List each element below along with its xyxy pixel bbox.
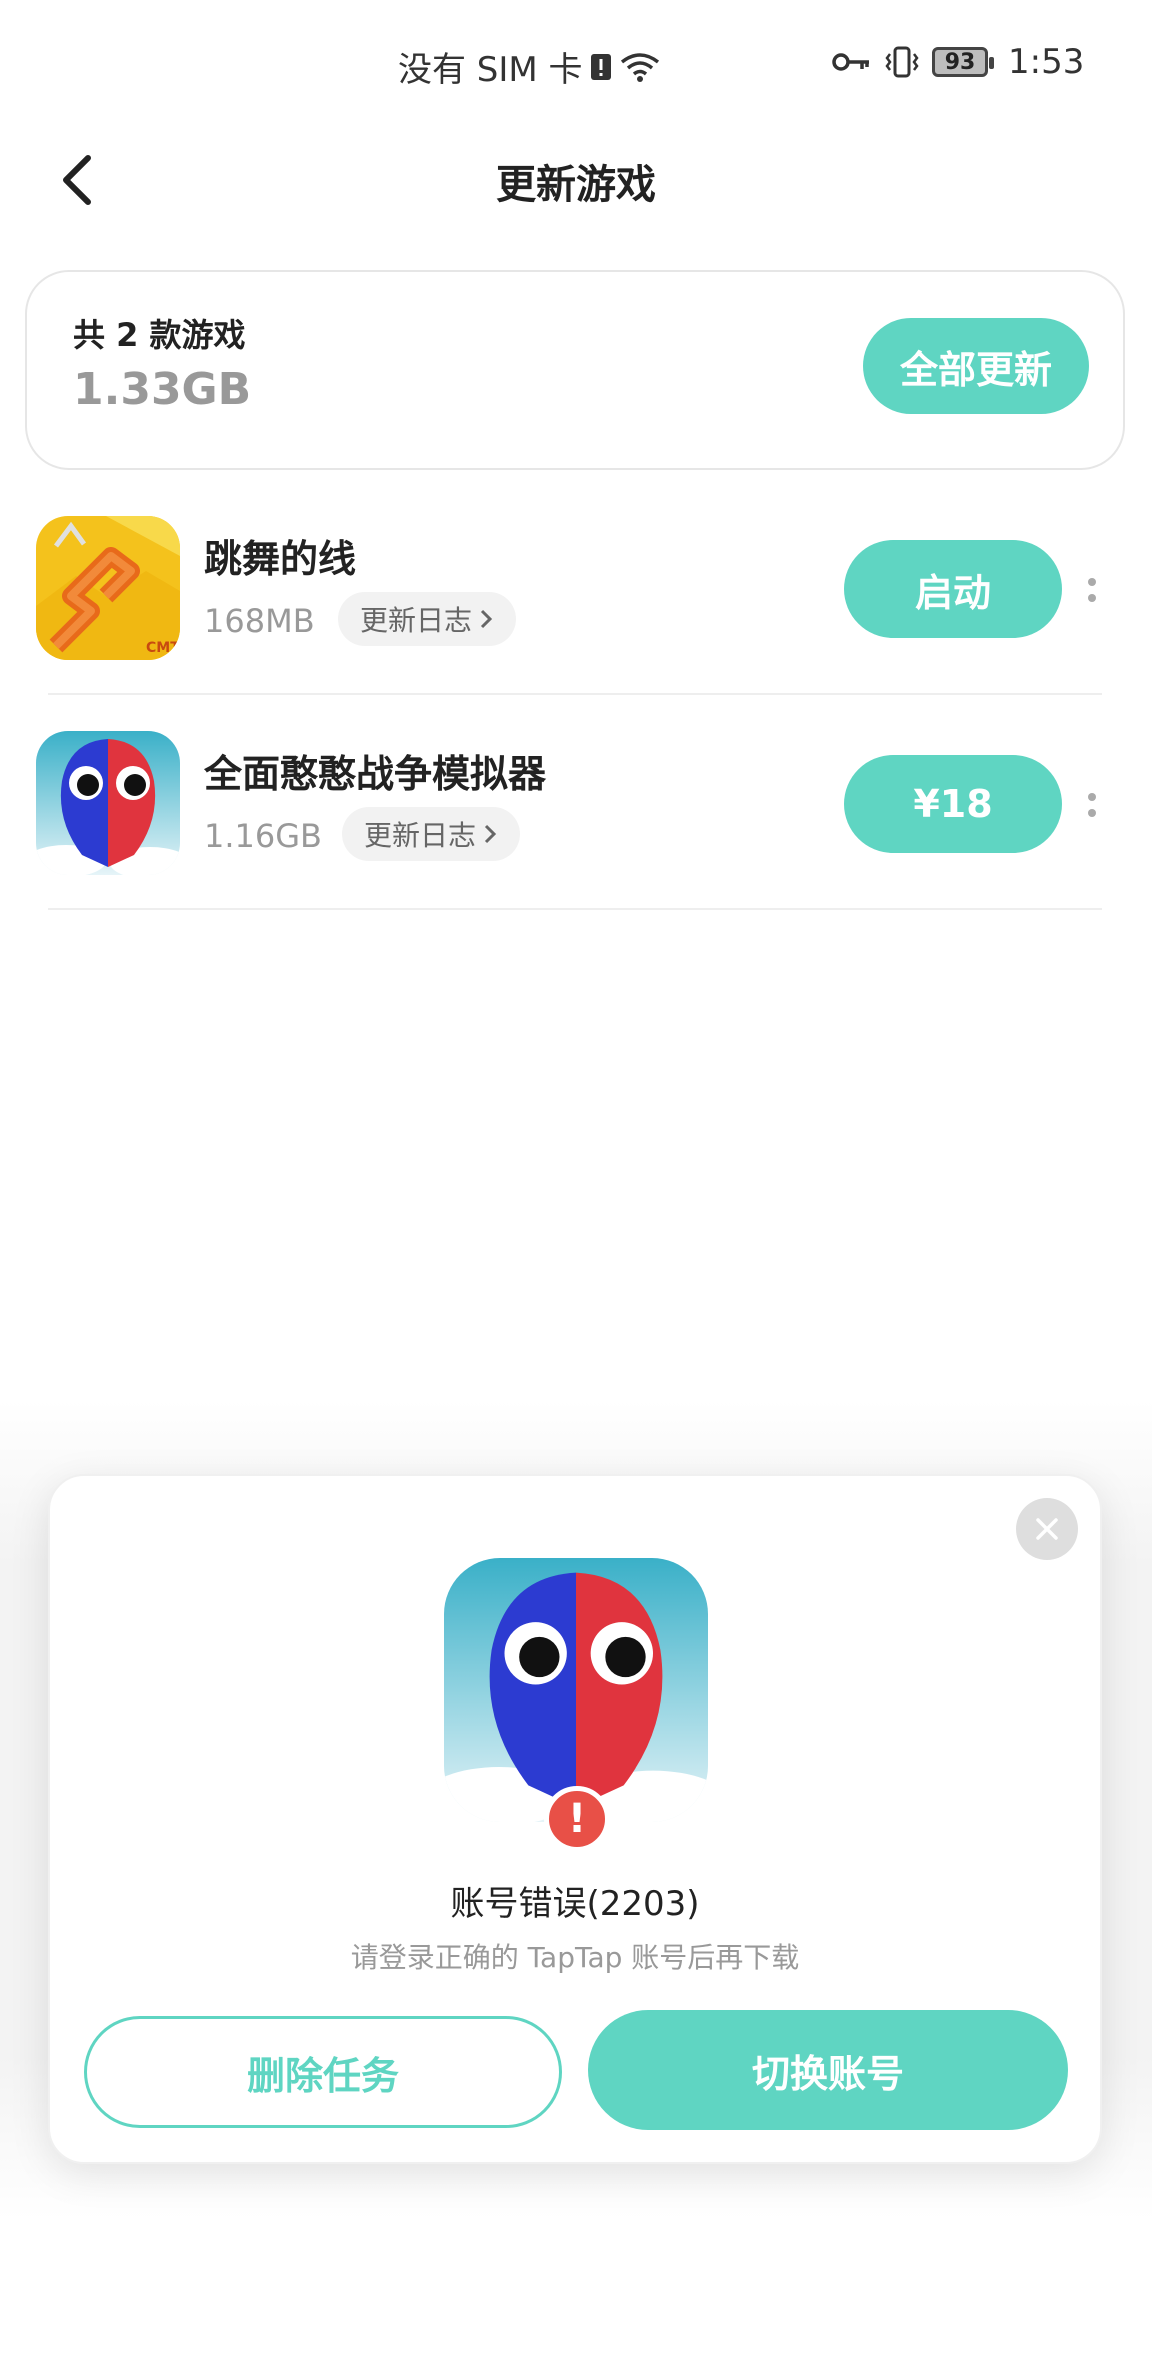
delete-task-button[interactable]: 删除任务 xyxy=(84,2016,562,2128)
more-vertical-icon xyxy=(1088,578,1096,602)
close-button[interactable] xyxy=(1016,1498,1078,1560)
error-alert-icon: ! xyxy=(544,1786,610,1852)
game-name: 跳舞的线 xyxy=(204,537,357,581)
vibrate-icon xyxy=(885,46,919,78)
changelog-label: 更新日志 xyxy=(360,604,473,637)
clock: 1:53 xyxy=(1008,42,1085,82)
wifi-icon xyxy=(620,52,659,82)
close-icon xyxy=(1036,1518,1058,1540)
more-options-button[interactable] xyxy=(1080,560,1104,620)
key-icon xyxy=(832,53,869,71)
switch-account-button[interactable]: 切换账号 xyxy=(588,2010,1068,2130)
page-title: 更新游戏 xyxy=(496,162,656,208)
launch-button[interactable]: 启动 xyxy=(844,540,1062,638)
game-size: 1.16GB xyxy=(204,817,322,855)
system-status: 93 1:53 xyxy=(832,42,1084,82)
dancing-line-icon[interactable]: CMT xyxy=(36,516,180,660)
sim-alert-icon xyxy=(590,53,611,80)
carrier-status: 没有 SIM 卡 xyxy=(398,42,661,91)
game-row[interactable]: CMT 跳舞的线 168MB 更新日志 启动 xyxy=(0,480,1152,695)
game-row[interactable]: 全面憨憨战争模拟器 1.16GB 更新日志 ¥18 xyxy=(0,695,1152,910)
update-summary-card: 共 2 款游戏 1.33GB 全部更新 xyxy=(25,270,1125,470)
battery-icon: 93 xyxy=(932,47,994,77)
svg-text:CMT: CMT xyxy=(146,640,180,656)
game-name: 全面憨憨战争模拟器 xyxy=(204,752,547,796)
header: 更新游戏 xyxy=(0,130,1152,230)
game-size: 168MB xyxy=(204,602,315,640)
game-count-text: 共 2 款游戏 xyxy=(73,316,246,354)
total-size-text: 1.33GB xyxy=(73,364,252,415)
changelog-button[interactable]: 更新日志 xyxy=(342,807,521,861)
totally-accurate-battle-simulator-icon[interactable] xyxy=(36,731,180,875)
changelog-button[interactable]: 更新日志 xyxy=(338,592,517,646)
more-options-button[interactable] xyxy=(1080,775,1104,835)
changelog-label: 更新日志 xyxy=(364,819,477,852)
row-divider xyxy=(48,908,1102,910)
account-error-dialog: ! 账号错误(2203) 请登录正确的 TapTap 账号后再下载 删除任务 切… xyxy=(48,1474,1102,2164)
status-bar: 没有 SIM 卡 93 1:53 xyxy=(0,0,1152,130)
dialog-title: 账号错误(2203) xyxy=(450,1884,700,1924)
chevron-right-icon xyxy=(484,824,497,844)
buy-button[interactable]: ¥18 xyxy=(844,755,1062,853)
dialog-subtitle: 请登录正确的 TapTap 账号后再下载 xyxy=(350,1941,800,1974)
carrier-text: 没有 SIM 卡 xyxy=(398,50,583,90)
totally-accurate-battle-simulator-icon xyxy=(444,1558,708,1822)
update-all-button[interactable]: 全部更新 xyxy=(863,318,1089,414)
more-vertical-icon xyxy=(1088,793,1096,817)
chevron-right-icon xyxy=(480,609,493,629)
